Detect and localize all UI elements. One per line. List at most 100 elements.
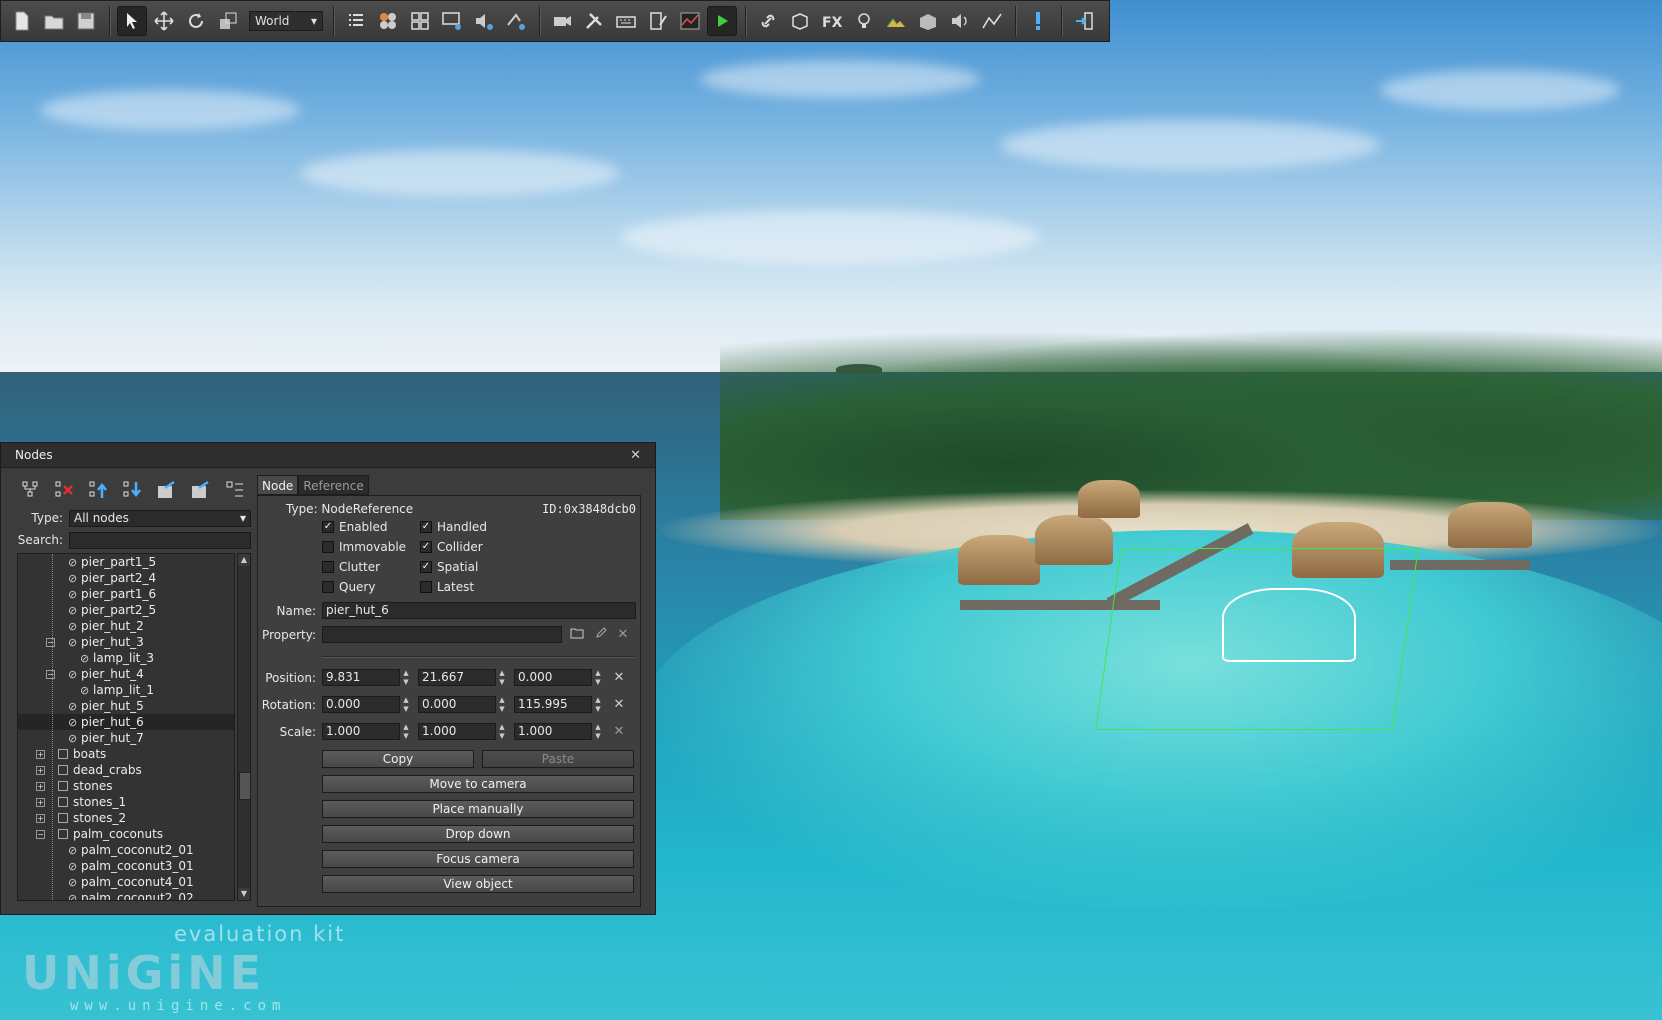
rotation-x-spinbox[interactable]: 0.000 ▲ ▼ <box>322 696 412 713</box>
tree-node-row[interactable]: + boats <box>18 746 234 762</box>
tab-reference[interactable]: Reference <box>298 475 369 495</box>
box-object-icon[interactable] <box>785 6 815 36</box>
scroll-down-arrow[interactable]: ▼ <box>238 888 250 900</box>
name-input[interactable]: pier_hut_6 <box>322 602 636 619</box>
collapse-toggle-icon[interactable]: − <box>46 638 55 647</box>
properties-grid-icon[interactable] <box>405 6 435 36</box>
checkbox-query[interactable]: Query <box>322 580 375 594</box>
sound-settings-icon[interactable] <box>469 6 499 36</box>
tree-node-row[interactable]: ⊘ pier_hut_5 <box>18 698 234 714</box>
checkbox-box[interactable] <box>322 541 334 553</box>
warning-icon[interactable] <box>1023 6 1053 36</box>
move-icon[interactable] <box>149 6 179 36</box>
tree-node-row[interactable]: + dead_crabs <box>18 762 234 778</box>
property-input[interactable] <box>322 626 562 643</box>
scale-icon[interactable] <box>213 6 243 36</box>
search-input[interactable] <box>69 531 251 549</box>
tree-node-row[interactable]: − palm_coconuts <box>18 826 234 842</box>
checkbox-box[interactable] <box>420 581 432 593</box>
expand-toggle-icon[interactable]: + <box>36 798 45 807</box>
view-object-button[interactable]: View object <box>322 875 634 893</box>
checkbox-immovable[interactable]: Immovable <box>322 540 406 554</box>
checkbox-box[interactable] <box>322 581 334 593</box>
tree-node-row[interactable]: + stones_1 <box>18 794 234 810</box>
exit-icon[interactable] <box>1069 6 1099 36</box>
rotate-icon[interactable] <box>181 6 211 36</box>
camera-icon[interactable] <box>547 6 577 36</box>
save-icon[interactable] <box>71 6 101 36</box>
node-list-icon[interactable] <box>341 6 371 36</box>
clear-property-icon[interactable]: ✕ <box>614 627 632 642</box>
spin-arrows[interactable]: ▲ ▼ <box>496 669 508 686</box>
tree-node-row[interactable]: + stones_2 <box>18 810 234 826</box>
coordinate-system-select[interactable]: World ▾ <box>249 11 323 31</box>
tree-node-row[interactable]: ⊘ pier_hut_2 <box>18 618 234 634</box>
materials-icon[interactable] <box>373 6 403 36</box>
spin-arrows[interactable]: ▲ ▼ <box>400 669 412 686</box>
tree-node-row[interactable]: ⊘ palm_coconut2_02 <box>18 890 234 900</box>
tree-node-row[interactable]: ⊘ palm_coconut4_01 <box>18 874 234 890</box>
spin-arrows[interactable]: ▲ ▼ <box>400 696 412 713</box>
tree-node-row[interactable]: ⊘ palm_coconut2_01 <box>18 842 234 858</box>
unparent-node-icon[interactable] <box>189 478 213 502</box>
rotation-y-spinbox[interactable]: 0.000 ▲ ▼ <box>418 696 508 713</box>
pencil-icon[interactable] <box>592 626 610 643</box>
rotation-x-input[interactable]: 0.000 <box>322 696 400 713</box>
type-filter-select[interactable]: All nodes ▾ <box>69 509 251 527</box>
checkbox-box[interactable]: ✓ <box>322 521 334 533</box>
position-y-spinbox[interactable]: 21.667 ▲ ▼ <box>418 669 508 686</box>
checkbox-box[interactable] <box>322 561 334 573</box>
rotation-y-input[interactable]: 0.000 <box>418 696 496 713</box>
nodes-panel-titlebar[interactable]: Nodes ✕ <box>1 443 655 468</box>
script-editor-icon[interactable] <box>643 6 673 36</box>
move-to-camera-button[interactable]: Move to camera <box>322 775 634 793</box>
tree-node-row[interactable]: ⊘ pier_part2_4 <box>18 570 234 586</box>
scale-x-input[interactable]: 1.000 <box>322 723 400 740</box>
tree-node-row[interactable]: ⊘ pier_part1_6 <box>18 586 234 602</box>
spin-arrows[interactable]: ▲ ▼ <box>592 669 604 686</box>
tree-node-row[interactable]: ⊘ palm_coconut3_01 <box>18 858 234 874</box>
spin-arrows[interactable]: ▲ ▼ <box>400 723 412 740</box>
position-z-input[interactable]: 0.000 <box>514 669 592 686</box>
terrain-icon[interactable] <box>881 6 911 36</box>
path-icon[interactable] <box>977 6 1007 36</box>
tree-node-row[interactable]: ⊘ pier_hut_7 <box>18 730 234 746</box>
checkbox-enabled[interactable]: ✓ Enabled <box>322 520 388 534</box>
position-z-spinbox[interactable]: 0.000 ▲ ▼ <box>514 669 604 686</box>
scale-y-input[interactable]: 1.000 <box>418 723 496 740</box>
reset-rotation-icon[interactable]: ✕ <box>610 697 628 712</box>
position-x-spinbox[interactable]: 9.831 ▲ ▼ <box>322 669 412 686</box>
checkbox-box[interactable]: ✓ <box>420 561 432 573</box>
tree-node-row[interactable]: ⊘ lamp_lit_3 <box>18 650 234 666</box>
scale-z-input[interactable]: 1.000 <box>514 723 592 740</box>
keyboard-icon[interactable] <box>611 6 641 36</box>
move-node-up-icon[interactable] <box>87 478 111 502</box>
spin-arrows[interactable]: ▲ ▼ <box>496 723 508 740</box>
scale-x-spinbox[interactable]: 1.000 ▲ ▼ <box>322 723 412 740</box>
tools-icon[interactable] <box>579 6 609 36</box>
close-icon[interactable]: ✕ <box>630 448 641 463</box>
copy-button[interactable]: Copy <box>322 750 474 768</box>
light-bulb-icon[interactable] <box>849 6 879 36</box>
tree-node-row[interactable]: ⊘ pier_part1_5 <box>18 554 234 570</box>
tree-node-row[interactable]: − ⊘ pier_hut_3 <box>18 634 234 650</box>
tab-node[interactable]: Node <box>257 475 299 495</box>
paste-button[interactable]: Paste <box>482 750 634 768</box>
drop-down-button[interactable]: Drop down <box>322 825 634 843</box>
spin-arrows[interactable]: ▲ ▼ <box>592 723 604 740</box>
select-arrow-icon[interactable] <box>117 6 147 36</box>
parent-node-icon[interactable] <box>155 478 179 502</box>
clone-node-icon[interactable] <box>19 478 43 502</box>
checkbox-box[interactable]: ✓ <box>420 541 432 553</box>
folder-icon[interactable] <box>568 627 586 643</box>
place-manually-button[interactable]: Place manually <box>322 800 634 818</box>
reset-scale-icon[interactable]: ✕ <box>610 724 628 739</box>
reset-position-icon[interactable]: ✕ <box>610 670 628 685</box>
expand-toggle-icon[interactable]: + <box>36 814 45 823</box>
collapse-tree-icon[interactable] <box>223 478 247 502</box>
tree-node-row[interactable]: ⊘ pier_part2_5 <box>18 602 234 618</box>
rotation-z-input[interactable]: 115.995 <box>514 696 592 713</box>
checkbox-clutter[interactable]: Clutter <box>322 560 380 574</box>
rotation-z-spinbox[interactable]: 115.995 ▲ ▼ <box>514 696 604 713</box>
node-tree[interactable]: ⊘ pier_part1_5 ⊘ pier_part2_4 ⊘ pier_part1_6 ⊘… <box>17 553 235 901</box>
